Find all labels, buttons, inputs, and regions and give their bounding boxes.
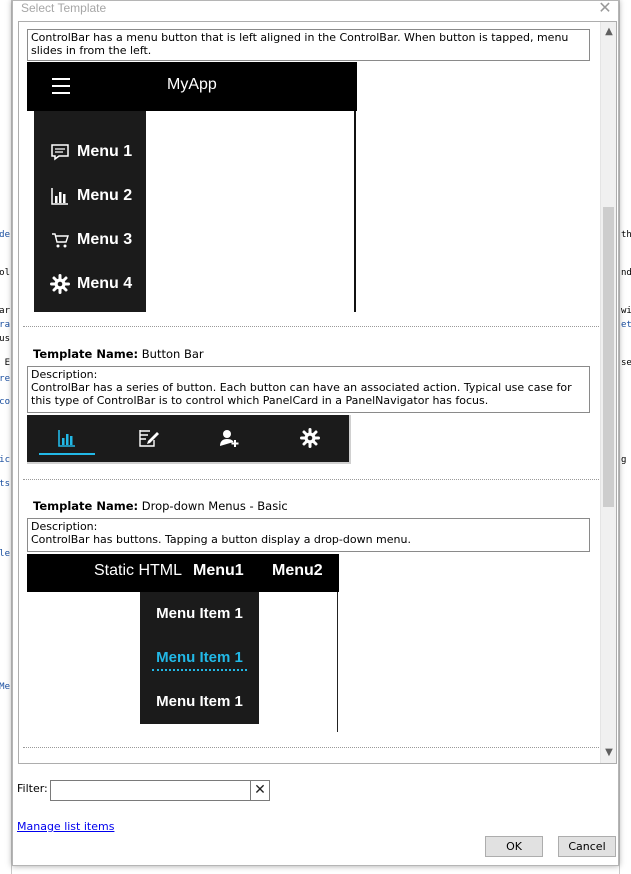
preview-dropdown: Menu Item 1 Menu Item 1 Menu Item 1	[140, 592, 259, 724]
clear-filter-button[interactable]: ✕	[250, 780, 270, 801]
background-code-fragment: sic	[0, 455, 10, 465]
preview-menu-item: Menu 1	[50, 140, 146, 164]
template-preview-slide-menu[interactable]: MyApp Menu 1 Menu 2 Menu 3 Menu 4	[27, 62, 357, 312]
template-description-box: Description: ControlBar has a series of …	[27, 366, 590, 413]
preview-slide-drawer: Menu 1 Menu 2 Menu 3 Menu 4	[34, 111, 146, 312]
background-code-fragment: th	[621, 230, 631, 240]
template-list[interactable]: ControlBar has a menu button that is lef…	[18, 21, 617, 764]
template-separator	[23, 479, 599, 480]
filter-input[interactable]	[50, 780, 251, 801]
gear-icon	[300, 428, 320, 448]
preview-dropdown-item: Menu Item 1	[156, 693, 243, 710]
background-code-fragment: Me	[0, 682, 10, 692]
preview-static-html: Static HTML	[94, 562, 183, 579]
template-separator	[23, 747, 599, 748]
dialog-titlebar: Select Template ✕	[13, 0, 618, 19]
template-preview-dropdown-menus[interactable]: Static HTML Menu1 Menu2 Menu Item 1 Menu…	[27, 554, 339, 732]
background-code-fragment: co	[0, 397, 10, 407]
dialog-title: Select Template	[21, 1, 107, 15]
background-code-fragment: ts	[0, 479, 10, 489]
preview-menu-label: Menu 1	[77, 143, 133, 160]
select-template-dialog: Select Template ✕ ControlBar has a menu …	[12, 0, 619, 866]
template-list-content: ControlBar has a menu button that is lef…	[19, 22, 601, 763]
scroll-thumb[interactable]	[603, 207, 614, 507]
edit-icon	[139, 430, 159, 447]
list-scrollbar[interactable]: ▲ ▼	[600, 22, 616, 763]
background-code-fragment: wi	[621, 306, 631, 316]
template-description-box: Description: ControlBar has buttons. Tap…	[27, 518, 590, 552]
template-name-value: Button Bar	[141, 347, 204, 361]
filter-label: Filter:	[17, 782, 48, 795]
background-code-fragment: . E	[0, 358, 10, 368]
scroll-up-icon[interactable]: ▲	[601, 24, 616, 40]
preview-menu-item: Menu 4	[50, 272, 146, 296]
template-name-label: Template Name:	[33, 499, 139, 513]
preview-dropdown-item: Menu Item 1	[156, 605, 243, 622]
preview-control-bar: Static HTML Menu1 Menu2	[27, 554, 339, 592]
preview-bar-button	[189, 415, 269, 462]
preview-menu2: Menu2	[272, 562, 323, 579]
preview-bar-button	[108, 415, 188, 462]
bar-chart-icon	[51, 188, 68, 205]
background-editor-left: de trol car ra us . E ore co sic ts le M…	[0, 0, 12, 874]
background-code-fragment: car	[0, 306, 10, 316]
preview-bar-button	[27, 415, 107, 462]
preview-dropdown-item-active: Menu Item 1	[140, 647, 259, 671]
preview-menu-label: Menu 2	[77, 187, 133, 204]
background-code-fragment: se	[621, 358, 631, 368]
cancel-button[interactable]: Cancel	[558, 836, 616, 857]
gear-icon	[50, 274, 70, 294]
preview-control-bar: MyApp	[27, 62, 357, 111]
template-name: Template Name: Button Bar	[33, 347, 204, 361]
background-code-fragment: ore	[0, 374, 10, 384]
cart-icon	[52, 233, 69, 248]
background-code-fragment: g	[621, 455, 627, 465]
manage-list-items-link[interactable]: Manage list items	[17, 820, 114, 833]
background-code-fragment: de	[0, 230, 10, 240]
scroll-down-icon[interactable]: ▼	[601, 745, 616, 761]
preview-bar-button	[270, 415, 350, 462]
template-description: ControlBar has a menu button that is lef…	[31, 31, 569, 57]
close-icon[interactable]: ✕	[596, 0, 614, 17]
template-description-label: Description:	[31, 368, 98, 381]
template-description: ControlBar has buttons. Tapping a button…	[31, 533, 411, 546]
message-icon	[51, 144, 69, 161]
preview-menu-item: Menu 3	[50, 228, 146, 252]
background-code-fragment: trol	[0, 268, 10, 278]
background-code-fragment: us	[0, 334, 10, 344]
background-code-fragment: le	[0, 549, 10, 559]
preview-menu-item: Menu 2	[50, 184, 146, 208]
ok-button[interactable]: OK	[485, 836, 543, 857]
background-code-fragment: nd	[621, 268, 631, 278]
background-code-fragment: ra	[0, 320, 10, 330]
hamburger-menu-icon	[52, 78, 70, 94]
template-separator	[23, 326, 599, 327]
preview-border	[354, 111, 356, 312]
template-description: ControlBar has a series of button. Each …	[31, 381, 572, 407]
bar-chart-icon	[58, 430, 75, 447]
template-name-value: Drop-down Menus - Basic	[141, 499, 288, 513]
template-name: Template Name: Drop-down Menus - Basic	[33, 499, 288, 513]
preview-border	[337, 592, 338, 732]
active-indicator	[39, 453, 95, 455]
template-name-label: Template Name:	[33, 347, 139, 361]
background-code-fragment: et	[621, 320, 631, 330]
preview-menu1: Menu1	[193, 562, 244, 579]
preview-app-title: MyApp	[167, 76, 217, 93]
close-icon: ✕	[254, 782, 266, 798]
template-description-label: Description:	[31, 520, 98, 533]
preview-menu-label: Menu 4	[77, 275, 133, 292]
template-description-box: ControlBar has a menu button that is lef…	[27, 29, 590, 61]
background-editor-right: th nd wi et se g	[619, 0, 631, 874]
preview-menu-label: Menu 3	[77, 231, 133, 248]
add-user-icon	[220, 430, 239, 447]
template-preview-button-bar[interactable]	[27, 415, 351, 464]
